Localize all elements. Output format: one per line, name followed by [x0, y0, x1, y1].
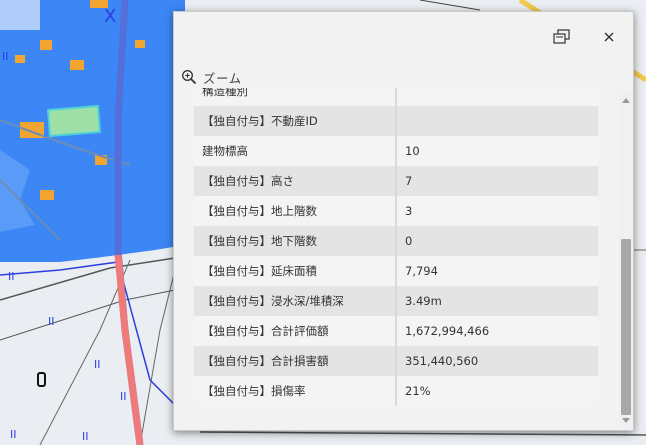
vertical-scrollbar[interactable] [619, 92, 633, 428]
map-building [40, 40, 52, 50]
map-building [0, 0, 40, 30]
table-row: 【独自付与】地上階数 3 [194, 196, 598, 226]
zoom-button[interactable]: ズーム [181, 67, 242, 87]
attribute-key: 【独自付与】損傷率 [194, 376, 397, 406]
map-building [40, 190, 54, 200]
close-icon [604, 32, 614, 42]
map-building [15, 55, 25, 63]
attribute-content[interactable]: 構造種別 【独自付与】不動産ID 建物標高 10 【独自付与】高さ 7 【独自付与】… [194, 88, 618, 420]
table-row: 【独自付与】延床面積 7,794 [194, 256, 598, 286]
attribute-value: 21% [396, 376, 598, 406]
zoom-in-icon [182, 70, 197, 85]
map-symbol: II [2, 50, 9, 63]
attribute-value [396, 88, 598, 106]
table-row: 【独自付与】合計評価額 1,672,994,466 [194, 316, 598, 346]
map-label: X [104, 6, 116, 27]
scroll-up-arrow-icon[interactable] [622, 98, 630, 103]
attribute-value: 1,672,994,466 [396, 316, 598, 346]
attribute-value: 351,440,560 [396, 346, 598, 376]
table-row: 【独自付与】不動産ID [194, 106, 598, 136]
attribute-key: 【独自付与】浸水深/堆積深 [194, 286, 397, 316]
attribute-key: 【独自付与】延床面積 [194, 256, 397, 286]
attribute-key: 【独自付与】地上階数 [194, 196, 397, 226]
restore-window-button[interactable] [551, 26, 573, 48]
restore-window-icon [553, 29, 570, 44]
table-row: 【独自付与】浸水深/堆積深 3.49m [194, 286, 598, 316]
attribute-key: 【独自付与】合計評価額 [194, 316, 397, 346]
attribute-key: 【独自付与】合計損害額 [194, 346, 397, 376]
attribute-value: 7 [396, 166, 598, 196]
attribute-key: 建物標高 [194, 136, 397, 166]
attribute-popup: ズーム 構造種別 【独自付与】不動産ID 建物標高 10 【独自付与】高さ 7 【独… [173, 11, 634, 431]
attribute-table: 構造種別 【独自付与】不動産ID 建物標高 10 【独自付与】高さ 7 【独自付与】… [194, 88, 598, 406]
table-row: 【独自付与】地下階数 0 [194, 226, 598, 256]
attribute-value [396, 106, 598, 136]
scroll-down-arrow-icon[interactable] [622, 418, 630, 423]
map-symbol: II [8, 270, 15, 283]
table-row: 構造種別 [194, 88, 598, 106]
table-row: 【独自付与】合計損害額 351,440,560 [194, 346, 598, 376]
map-symbol: II [48, 315, 55, 328]
attribute-value: 0 [396, 226, 598, 256]
scroll-thumb[interactable] [621, 239, 631, 415]
close-button[interactable] [598, 26, 620, 48]
park-area [46, 104, 102, 138]
table-row: 【独自付与】高さ 7 [194, 166, 598, 196]
map-symbol: II [120, 390, 127, 403]
attribute-key: 【独自付与】高さ [194, 166, 397, 196]
map-symbol: II [94, 358, 101, 371]
attribute-value: 3.49m [396, 286, 598, 316]
attribute-value: 3 [396, 196, 598, 226]
map-symbol: II [10, 428, 17, 441]
table-row: 【独自付与】損傷率 21% [194, 376, 598, 406]
attribute-key: 【独自付与】地下階数 [194, 226, 397, 256]
map-building [135, 40, 145, 48]
popup-header [174, 12, 633, 62]
zoom-label: ズーム [203, 70, 242, 86]
attribute-value: 7,794 [396, 256, 598, 286]
table-row: 建物標高 10 [194, 136, 598, 166]
map-building [70, 60, 84, 70]
map-symbol: II [82, 430, 89, 443]
attribute-key: 【独自付与】不動産ID [194, 106, 397, 136]
attribute-key: 構造種別 [194, 88, 397, 106]
attribute-value: 10 [396, 136, 598, 166]
